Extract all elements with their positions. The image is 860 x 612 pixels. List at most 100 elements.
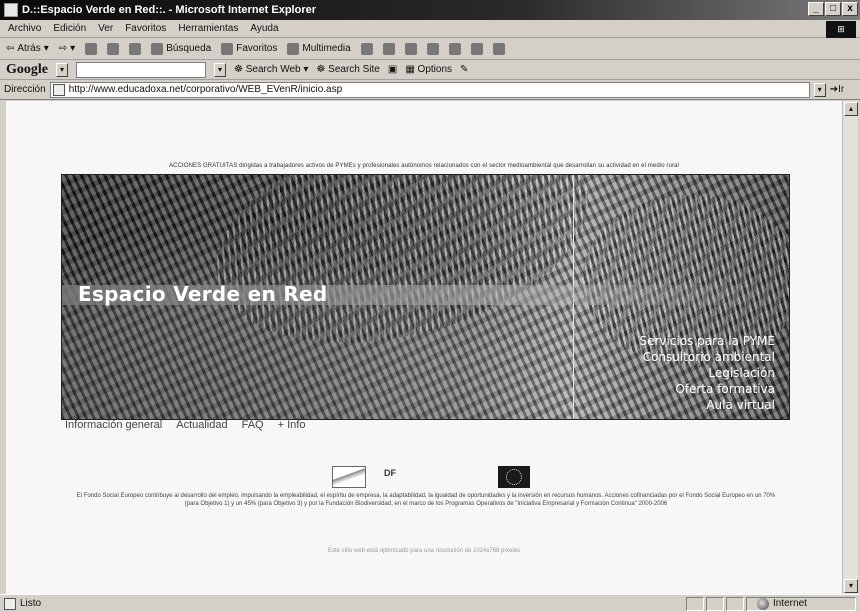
menu-link-consultorio[interactable]: Consultorio ambiental [639, 349, 775, 365]
site-title: Espacio Verde en Red [78, 282, 328, 306]
security-zone: Internet [746, 596, 856, 611]
fern-leaf-image [193, 175, 611, 378]
title-bar: D.::Espacio Verde en Red::. - Microsoft … [0, 0, 860, 20]
google-logo[interactable]: Google [6, 62, 48, 78]
minimize-button[interactable]: _ [808, 2, 824, 16]
research-button[interactable] [470, 42, 483, 55]
nav-actualidad[interactable]: Actualidad [176, 419, 227, 431]
scroll-down-icon[interactable]: ▾ [844, 579, 858, 593]
close-button[interactable]: x [842, 2, 858, 16]
address-dropdown[interactable]: ▾ [813, 82, 826, 97]
sponsor-logos: DF [332, 466, 530, 488]
address-bar: Dirección http://www.educadoxa.net/corpo… [0, 80, 860, 100]
maximize-button[interactable]: □ [825, 2, 841, 16]
search-web-button[interactable]: ☸ Search Web ▾ [234, 64, 308, 75]
address-input[interactable]: http://www.educadoxa.net/corporativo/WEB… [49, 81, 810, 98]
menu-link-servicios-pyme[interactable]: Servicios para la PYME [639, 333, 775, 349]
address-url: http://www.educadoxa.net/corporativo/WEB… [68, 84, 343, 95]
highlight-button[interactable]: ✎ [460, 64, 468, 75]
secondary-nav: Información general Actualidad FAQ + Inf… [65, 419, 305, 431]
forward-button[interactable]: ⇨ ▾ [59, 43, 75, 54]
go-arrow-icon: ➔ [829, 84, 839, 95]
scroll-up-icon[interactable]: ▴ [844, 102, 858, 116]
status-cell [726, 596, 744, 611]
menu-link-oferta-formativa[interactable]: Oferta formativa [639, 381, 775, 397]
back-button[interactable]: ⇦ Atrás ▾ [6, 43, 49, 54]
messenger-icon [492, 42, 505, 55]
home-icon [129, 42, 142, 55]
multimedia-icon [287, 42, 300, 55]
search-icon [151, 42, 164, 55]
free-actions-note: ACCIONES GRATUITAS dirigidas a trabajado… [169, 163, 679, 169]
refresh-button[interactable] [107, 42, 120, 55]
binoculars-icon: ☸ [234, 64, 243, 75]
menu-archivo[interactable]: Archivo [8, 23, 41, 34]
search-site-button[interactable]: ☸ Search Site [316, 64, 379, 75]
discuss-button[interactable] [448, 42, 461, 55]
eu-flag-logo[interactable] [498, 466, 530, 488]
home-button[interactable] [129, 42, 142, 55]
stop-icon [85, 42, 98, 55]
discuss-icon [448, 42, 461, 55]
print-button[interactable] [404, 42, 417, 55]
status-cell [706, 596, 724, 611]
google-search-input[interactable] [76, 61, 206, 78]
research-icon [470, 42, 483, 55]
forward-arrow-icon: ⇨ [58, 43, 68, 54]
menu-herramientas[interactable]: Herramientas [178, 23, 238, 34]
chevron-down-icon[interactable]: ▾ [56, 62, 68, 77]
status-text: Listo [20, 598, 42, 609]
edit-button[interactable] [426, 42, 439, 55]
menu-edicion[interactable]: Edición [53, 23, 86, 34]
ie-page-icon [4, 3, 18, 17]
edit-icon [426, 42, 439, 55]
options-button[interactable]: ▦ Options [405, 64, 452, 75]
mail-icon [382, 42, 395, 55]
nav-more-info[interactable]: + Info [278, 419, 306, 431]
window-controls: _ □ x [808, 2, 858, 16]
status-bar: Listo Internet [0, 594, 860, 612]
options-icon: ▦ [405, 64, 415, 75]
vertical-scrollbar[interactable]: ▴ ▾ [842, 101, 858, 594]
status-main: Listo [0, 597, 686, 610]
search-button[interactable]: Búsqueda [151, 42, 211, 55]
standard-toolbar: ⇦ Atrás ▾ ⇨ ▾ Búsqueda Favoritos Multimedia [0, 38, 860, 60]
menu-favoritos[interactable]: Favoritos [125, 23, 166, 34]
chevron-down-icon: ▾ [70, 43, 76, 54]
back-arrow-icon: ⇦ [6, 43, 15, 54]
main-menu: Servicios para la PYME Consultorio ambie… [639, 333, 775, 413]
messenger-button[interactable] [492, 42, 505, 55]
fundacion-biodiversidad-logo[interactable] [432, 467, 480, 487]
chevron-down-icon: ▾ [43, 43, 49, 54]
fse-disclaimer: El Fondo Social Europeo contribuye al de… [76, 493, 776, 507]
globe-icon [757, 597, 769, 610]
menu-ayuda[interactable]: Ayuda [250, 23, 278, 34]
page-info-icon: ▣ [387, 64, 398, 75]
ministry-logo[interactable] [332, 466, 366, 488]
resolution-note: Este sitio web está optimizado para una … [327, 548, 521, 554]
stop-button[interactable] [85, 42, 98, 55]
page-info-button[interactable]: ▣ [388, 64, 397, 75]
zone-label: Internet [773, 598, 807, 609]
menu-link-legislacion[interactable]: Legislación [639, 365, 775, 381]
window-title: D.::Espacio Verde en Red::. - Microsoft … [22, 4, 316, 16]
nav-informacion-general[interactable]: Información general [65, 419, 162, 431]
page-viewport: ACCIONES GRATUITAS dirigidas a trabajado… [6, 101, 842, 594]
page-done-icon [4, 597, 16, 610]
printer-icon [404, 42, 417, 55]
favorites-button[interactable]: Favoritos [221, 42, 277, 55]
address-label: Dirección [4, 84, 46, 95]
hero-banner: Espacio Verde en Red Servicios para la P… [61, 174, 790, 420]
refresh-icon [107, 42, 120, 55]
multimedia-button[interactable]: Multimedia [287, 42, 351, 55]
status-cell [686, 596, 704, 611]
search-history-dropdown[interactable]: ▾ [214, 62, 226, 77]
page-icon [52, 83, 65, 96]
menu-ver[interactable]: Ver [98, 23, 113, 34]
history-button[interactable] [360, 42, 373, 55]
df-logo[interactable]: DF [384, 468, 414, 486]
mail-button[interactable] [382, 42, 395, 55]
go-button[interactable]: ➔Ir [830, 84, 845, 95]
menu-link-aula-virtual[interactable]: Aula virtual [639, 397, 775, 413]
nav-faq[interactable]: FAQ [242, 419, 264, 431]
